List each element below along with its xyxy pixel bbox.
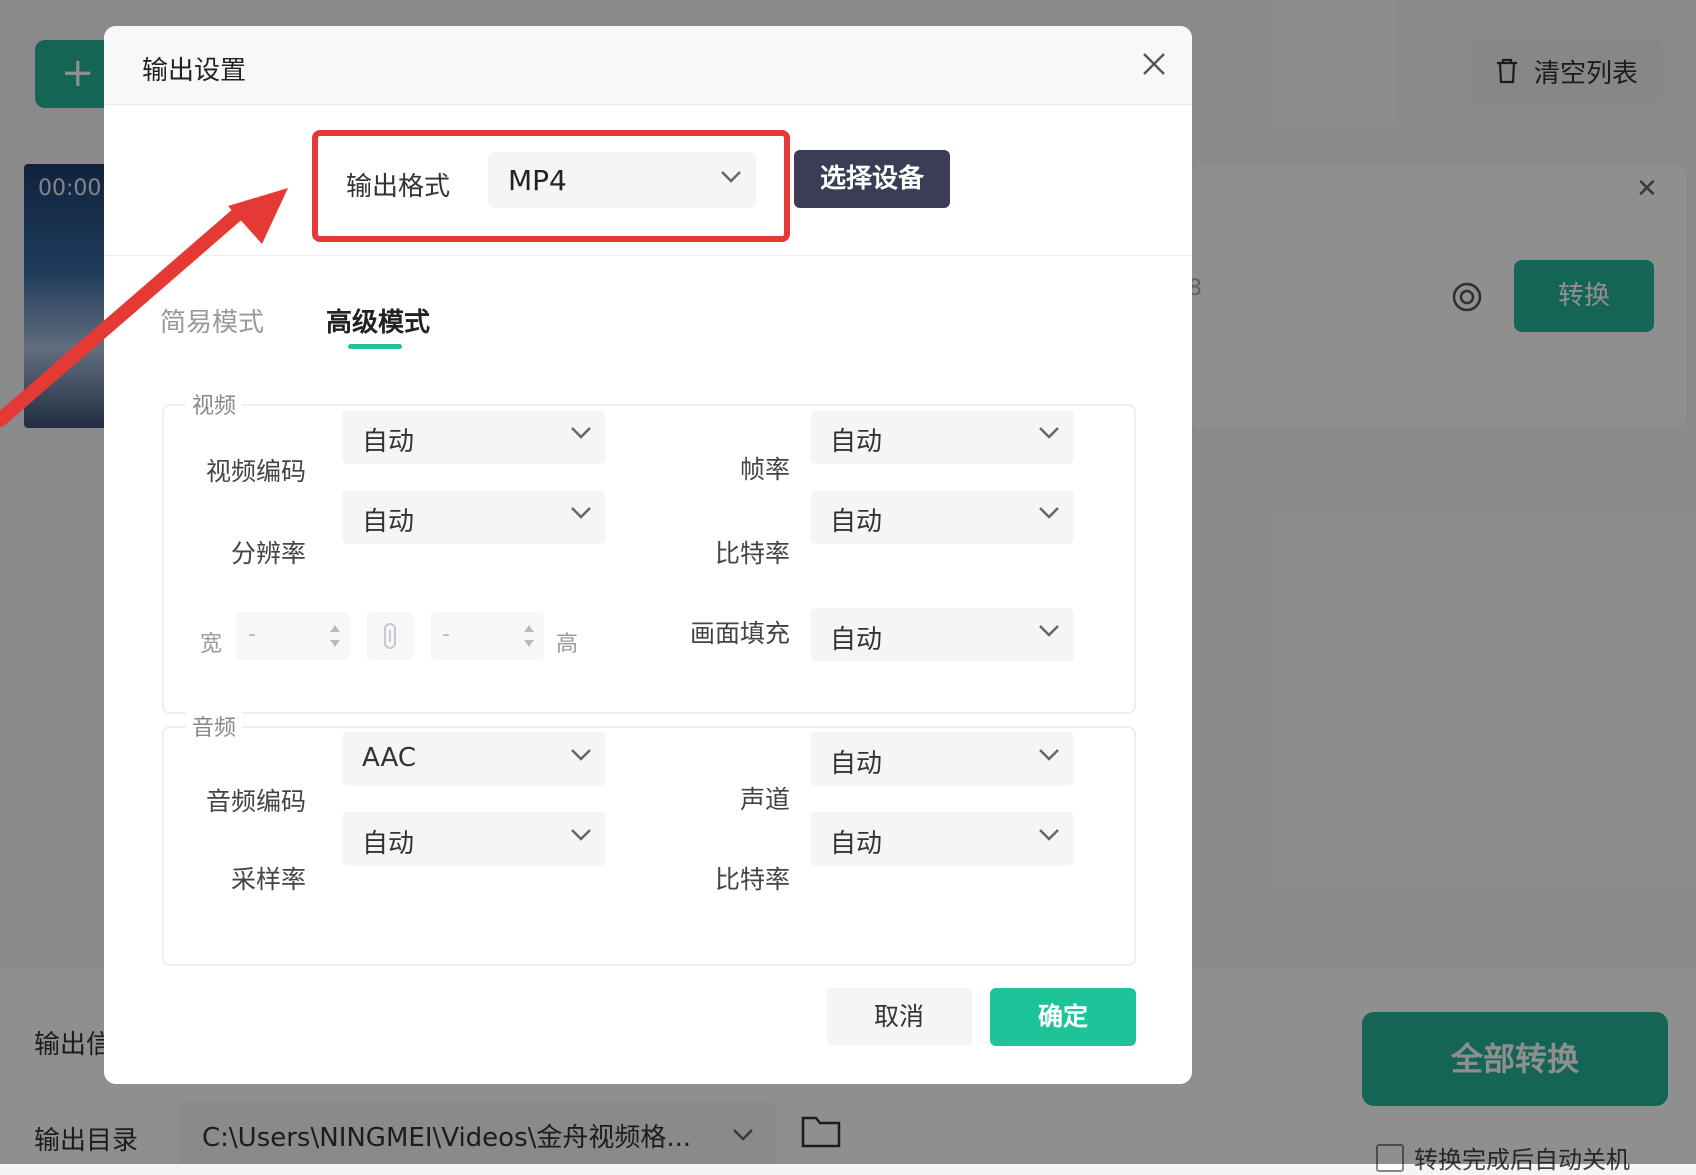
- video-codec-label: 视频编码: [205, 457, 306, 486]
- resolution-label: 分辨率: [230, 539, 306, 568]
- frame-rate-label: 帧率: [739, 455, 790, 484]
- fill-mode-value: 自动: [830, 625, 883, 655]
- link-icon: [384, 623, 396, 649]
- video-codec-value: 自动: [362, 427, 415, 457]
- cancel-button[interactable]: 取消: [826, 988, 972, 1046]
- resolution-value: 自动: [362, 507, 415, 537]
- video-bitrate-value: 自动: [830, 507, 883, 537]
- sample-rate-label: 采样率: [230, 865, 306, 894]
- chevron-down-icon: [571, 427, 591, 439]
- chevron-down-icon: [1039, 749, 1059, 761]
- tab-advanced-mode[interactable]: 高级模式: [326, 302, 430, 339]
- height-value: -: [442, 622, 450, 647]
- fill-mode-select[interactable]: 自动: [810, 608, 1074, 662]
- chevron-down-icon: [571, 749, 591, 761]
- channel-value: 自动: [830, 749, 883, 779]
- audio-bitrate-label: 比特率: [714, 865, 790, 894]
- video-codec-select[interactable]: 自动: [342, 410, 606, 464]
- annotation-highlight-box: [312, 130, 790, 242]
- select-device-button[interactable]: 选择设备: [794, 150, 950, 208]
- height-label: 高: [556, 632, 579, 657]
- aspect-link-toggle[interactable]: [366, 612, 414, 660]
- channel-label: 声道: [739, 785, 790, 814]
- video-bitrate-select[interactable]: 自动: [810, 490, 1074, 544]
- audio-bitrate-select[interactable]: 自动: [810, 812, 1074, 866]
- dialog-title: 输出设置: [142, 56, 247, 86]
- confirm-button[interactable]: 确定: [990, 988, 1136, 1046]
- active-tab-indicator: [348, 344, 402, 349]
- frame-rate-value: 自动: [830, 427, 883, 457]
- fill-mode-label: 画面填充: [689, 619, 790, 648]
- sample-rate-select[interactable]: 自动: [342, 812, 606, 866]
- audio-codec-select[interactable]: AAC: [342, 732, 606, 786]
- spinner-arrows-icon[interactable]: [328, 620, 342, 652]
- width-label: 宽: [200, 632, 223, 657]
- chevron-down-icon: [571, 507, 591, 519]
- audio-codec-value: AAC: [362, 743, 416, 773]
- channel-select[interactable]: 自动: [810, 732, 1074, 786]
- audio-codec-label: 音频编码: [205, 787, 306, 816]
- audio-bitrate-value: 自动: [830, 829, 883, 859]
- chevron-down-icon: [571, 829, 591, 841]
- height-input[interactable]: -: [430, 612, 544, 660]
- width-input[interactable]: -: [236, 612, 350, 660]
- chevron-down-icon: [1039, 427, 1059, 439]
- audio-group-title: 音频: [186, 710, 243, 742]
- annotation-arrow: [0, 188, 288, 427]
- frame-rate-select[interactable]: 自动: [810, 410, 1074, 464]
- close-icon[interactable]: [1136, 46, 1172, 82]
- sample-rate-value: 自动: [362, 829, 415, 859]
- chevron-down-icon: [1039, 507, 1059, 519]
- spinner-arrows-icon[interactable]: [522, 620, 536, 652]
- chevron-down-icon: [1039, 829, 1059, 841]
- chevron-down-icon: [1039, 625, 1059, 637]
- width-value: -: [248, 622, 256, 647]
- resolution-select[interactable]: 自动: [342, 490, 606, 544]
- dialog-header: [104, 26, 1192, 105]
- video-bitrate-label: 比特率: [714, 539, 790, 568]
